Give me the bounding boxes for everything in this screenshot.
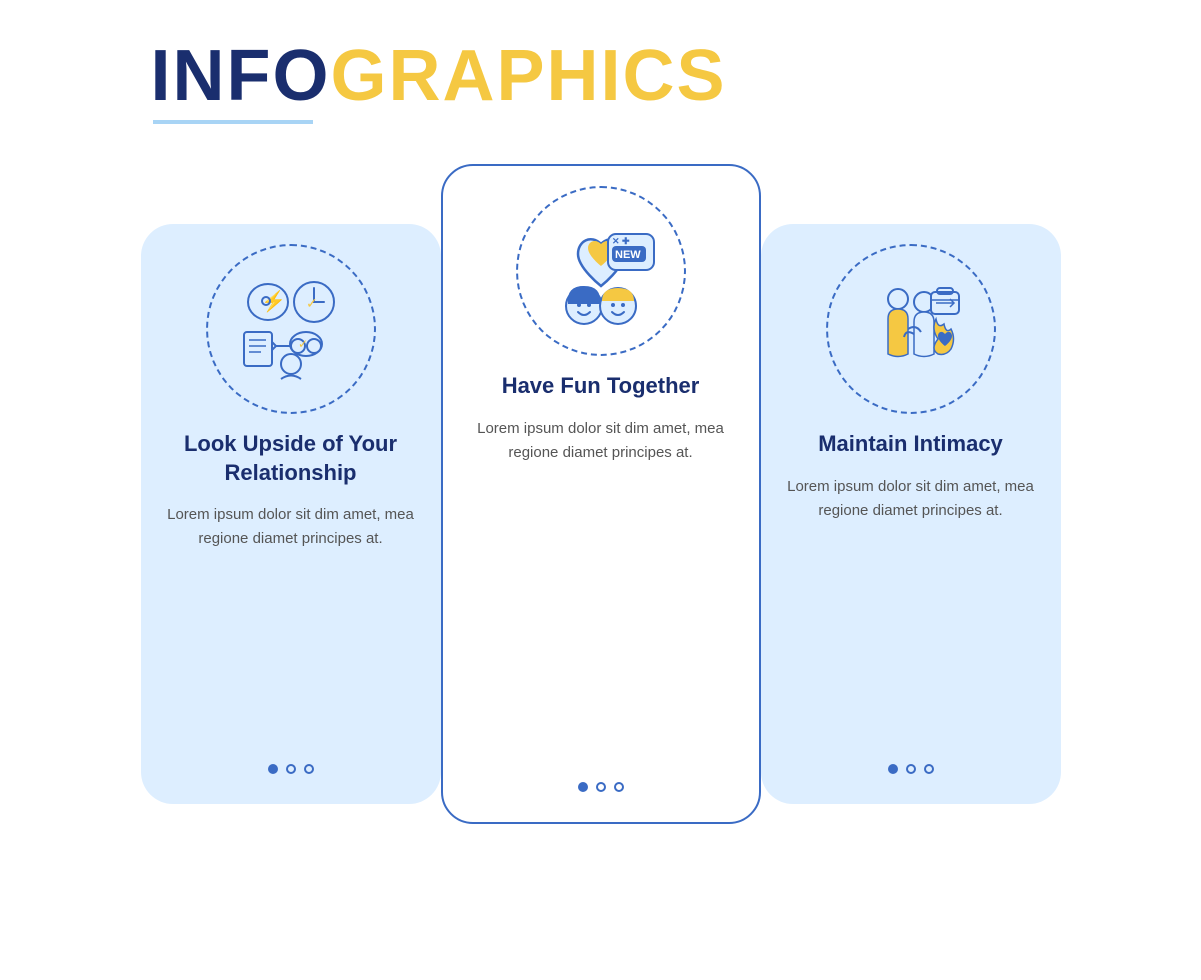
dot-2 <box>286 764 296 774</box>
page-header: INFOGRAPHICS <box>151 40 1051 124</box>
dot-2 <box>596 782 606 792</box>
svg-text:✓: ✓ <box>306 295 318 311</box>
title-info: INFO <box>151 36 331 116</box>
svg-text:NEW: NEW <box>615 249 641 261</box>
dot-2 <box>906 764 916 774</box>
card2-body: Lorem ipsum dolor sit dim amet, mea regi… <box>467 417 735 465</box>
card3-icon-circle <box>826 244 996 414</box>
card2-icon-circle: ✕ ✚ NEW <box>516 186 686 356</box>
dot-3 <box>614 782 624 792</box>
card2-icon: ✕ ✚ NEW <box>536 206 666 336</box>
card-maintain-intimacy: Maintain Intimacy Lorem ipsum dolor sit … <box>761 224 1061 804</box>
card-look-upside: ⚡ ✓ ✓ <box>141 224 441 804</box>
card1-icon-circle: ⚡ ✓ ✓ <box>206 244 376 414</box>
dot-3 <box>304 764 314 774</box>
svg-text:✓: ✓ <box>298 337 308 351</box>
card1-title: Look Upside of Your Relationship <box>165 430 417 487</box>
title-underline <box>153 120 313 124</box>
dot-1 <box>578 782 588 792</box>
card1-body: Lorem ipsum dolor sit dim amet, mea regi… <box>165 503 417 551</box>
svg-text:✕ ✚: ✕ ✚ <box>612 236 630 246</box>
card2-dots <box>578 782 624 792</box>
card3-dots <box>888 764 934 774</box>
cards-container: ⚡ ✓ ✓ <box>51 164 1151 824</box>
dot-1 <box>268 764 278 774</box>
title-graphics: GRAPHICS <box>330 36 726 116</box>
card1-icon: ⚡ ✓ ✓ <box>226 264 356 394</box>
card-have-fun: ✕ ✚ NEW <box>441 164 761 824</box>
card3-body: Lorem ipsum dolor sit dim amet, mea regi… <box>785 475 1037 523</box>
dot-3 <box>924 764 934 774</box>
card1-dots <box>268 764 314 774</box>
card3-icon <box>846 264 976 394</box>
main-title: INFOGRAPHICS <box>151 40 1051 112</box>
card2-title: Have Fun Together <box>502 372 700 401</box>
svg-text:⚡: ⚡ <box>261 289 286 313</box>
card3-title: Maintain Intimacy <box>818 430 1003 459</box>
dot-1 <box>888 764 898 774</box>
